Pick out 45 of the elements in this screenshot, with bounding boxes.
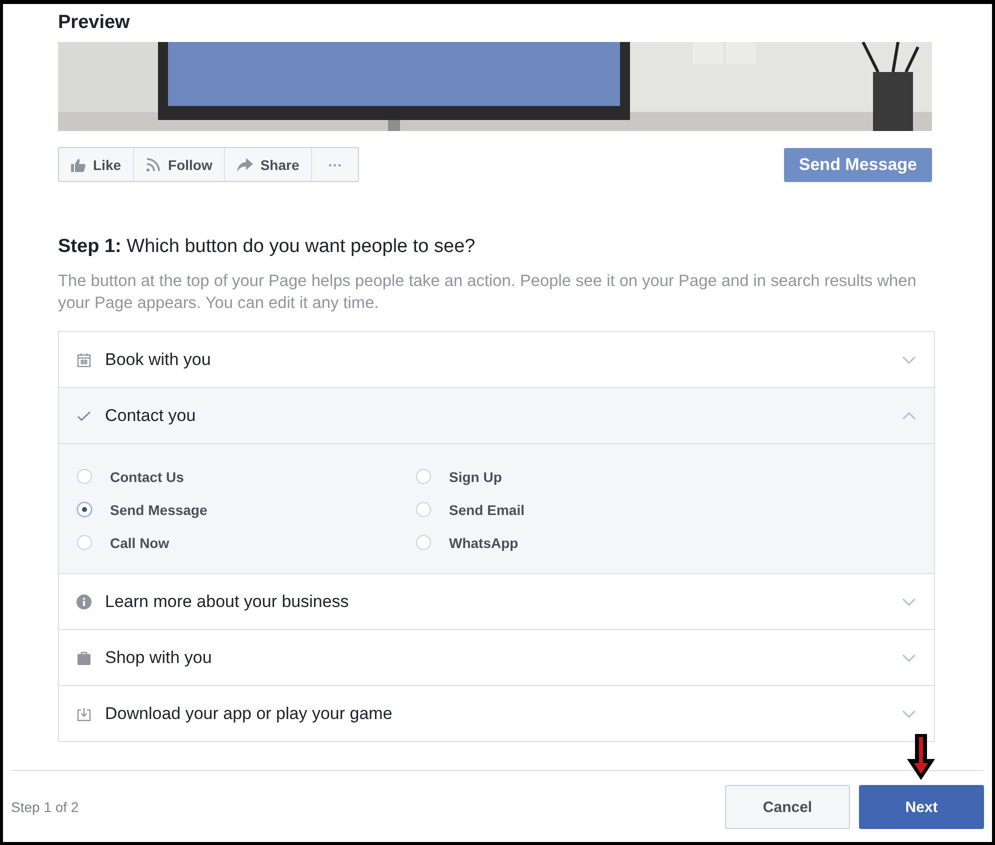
radio-button[interactable] — [416, 535, 431, 550]
page-action-button[interactable]: Follow — [133, 148, 224, 181]
radio-label[interactable]: Call Now — [110, 534, 170, 550]
down-arrow-icon — [907, 734, 935, 780]
radio-label[interactable]: WhatsApp — [449, 534, 518, 550]
download-icon — [77, 706, 91, 721]
option-label: Learn more about your business — [105, 592, 350, 612]
chevron-down-icon[interactable] — [902, 598, 916, 606]
option-label: Contact you — [105, 406, 197, 426]
check-icon — [78, 411, 90, 420]
next-button[interactable]: Next — [859, 785, 984, 829]
chevron-down-icon[interactable] — [902, 654, 916, 662]
option-label: Shop with you — [105, 648, 213, 668]
rss-icon — [146, 158, 160, 172]
cancel-button[interactable]: Cancel — [725, 785, 850, 829]
option-header[interactable]: Learn more about your business — [59, 574, 934, 629]
radio-button[interactable] — [77, 502, 92, 517]
page-action-button[interactable]: Like — [59, 148, 134, 181]
option-header[interactable]: Book with you — [59, 332, 934, 387]
page-action-button[interactable]: Share — [224, 148, 312, 181]
chevron-down-icon[interactable] — [902, 710, 916, 718]
option-header[interactable]: Shop with you — [59, 630, 934, 685]
option-label: Book with you — [105, 350, 212, 370]
option-header[interactable]: Download your app or play your game — [59, 686, 934, 741]
radio-button[interactable] — [77, 535, 92, 550]
radio-button[interactable] — [416, 502, 431, 517]
radio-button[interactable] — [77, 469, 92, 484]
step-counter-text: Step 1 of 2 — [11, 799, 79, 815]
shopping-bag-icon — [78, 651, 90, 664]
step-question: Step 1: Which button do you want people to see? — [58, 236, 476, 258]
chevron-up-icon[interactable] — [902, 411, 916, 420]
step-description: The button at the top of your Page helps people take an action. People see it on your Page and in search results when your Page appears. You can edit it any time. — [58, 271, 918, 314]
radio-button[interactable] — [416, 469, 431, 484]
radio-label[interactable]: Contact Us — [110, 468, 184, 484]
thumbs-up-icon — [71, 158, 86, 172]
preview-title: Preview — [58, 11, 131, 35]
info-icon — [76, 594, 92, 609]
calendar-icon — [77, 353, 91, 367]
share-arrow-icon — [237, 158, 254, 172]
option-label: Download your app or play your game — [105, 704, 394, 724]
radio-label[interactable]: Send Message — [110, 502, 208, 518]
radio-label[interactable]: Sign Up — [449, 468, 502, 484]
radio-label[interactable]: Send Email — [449, 502, 524, 518]
option-header[interactable]: Contact you — [59, 388, 934, 443]
chevron-down-icon[interactable] — [902, 356, 916, 364]
